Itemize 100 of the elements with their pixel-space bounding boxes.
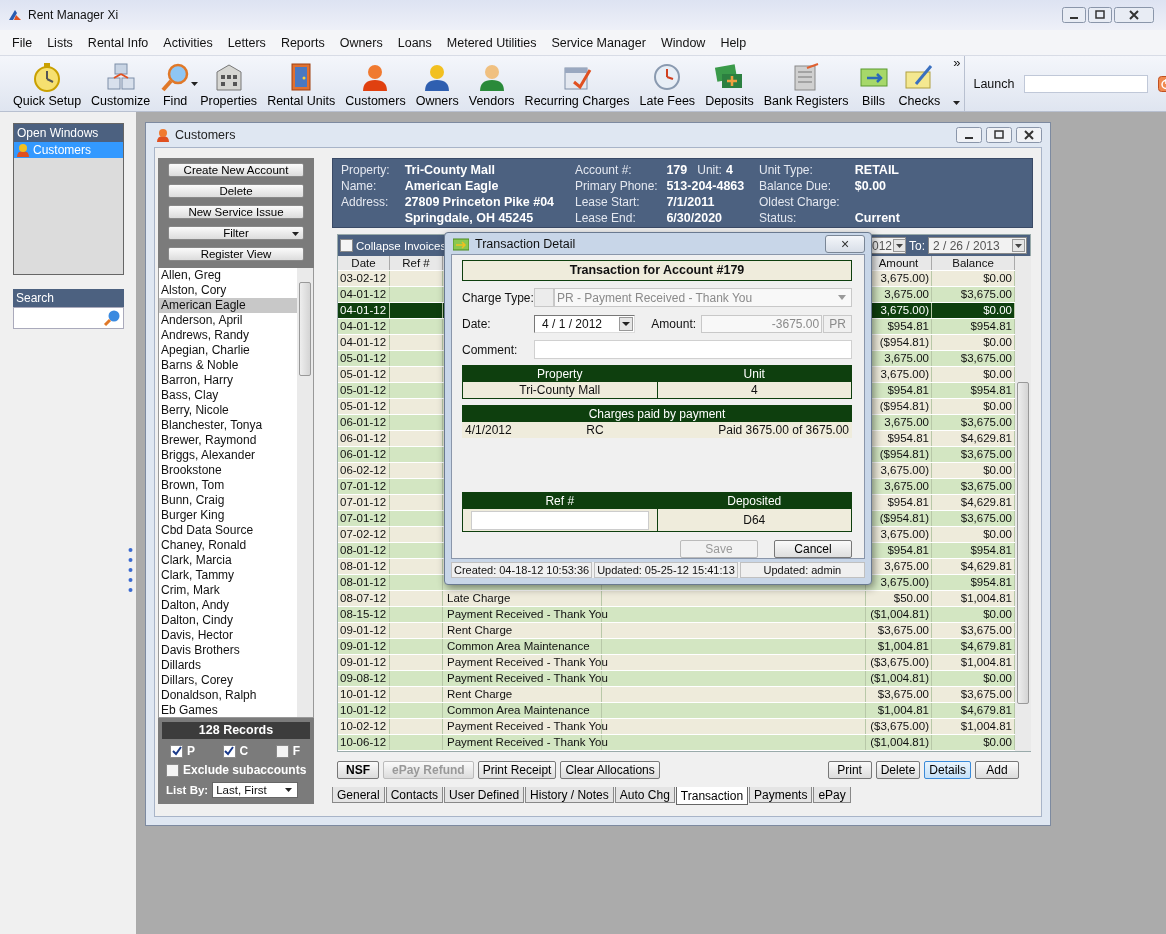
table-cell: ($3,675.00)	[866, 719, 932, 734]
checkbox-label: Exclude subaccounts	[183, 763, 307, 777]
field-label: Account #:	[575, 163, 633, 179]
field-value: 513-204-4863	[666, 179, 745, 193]
field-label: Unit Type:	[759, 163, 814, 179]
table-cell-text: RC	[585, 422, 605, 438]
field-value: American Eagle	[404, 179, 499, 193]
table-cell: Common Area Maintenance	[447, 640, 590, 652]
table-cell: 04-01-12	[338, 319, 390, 334]
table-cell: 10-01-12	[338, 703, 390, 718]
dialog-title: Transaction Detail	[475, 236, 576, 251]
checkbox-label: Collapse Invoices	[356, 239, 447, 252]
status-text: Updated: 05-25-12 15:41:13	[594, 562, 738, 578]
table-cell: Payment Received - Thank You	[447, 656, 608, 668]
status-text: Created: 04-18-12 10:53:36	[451, 562, 593, 578]
table-cell: $3,675.00	[866, 623, 932, 638]
record-count: 128 Records	[162, 722, 310, 739]
table-cell: 05-01-12	[338, 367, 390, 382]
column-header: Ref #	[544, 493, 576, 509]
field-label: Lease Start:	[575, 195, 641, 211]
table-cell-text: Paid 3675.00 of 3675.00	[717, 422, 849, 438]
field-label: Address:	[341, 195, 390, 211]
table-cell: 07-01-12	[338, 511, 390, 526]
table-cell: 08-01-12	[338, 543, 390, 558]
window-title: Rent Manager Xi	[28, 8, 119, 22]
table-cell-text: 4/1/2012	[465, 422, 513, 438]
checkbox-label: F	[292, 744, 300, 758]
status-text: Updated: admin	[739, 562, 865, 578]
field-label: Primary Phone:	[575, 179, 659, 195]
table-cell: Payment Received - Thank You	[447, 720, 608, 732]
table-cell: 09-01-12	[338, 623, 390, 638]
field-label: Date:	[462, 316, 492, 331]
checkbox-label: C	[239, 744, 249, 758]
table-cell: $3,675.00	[866, 687, 932, 702]
field-label: Charge Type:	[462, 290, 534, 305]
table-cell: 10-02-12	[338, 719, 390, 734]
field-label: Comment:	[462, 342, 519, 357]
table-cell: 09-01-12	[338, 655, 390, 670]
table-cell: 4	[656, 382, 851, 398]
table-cell: Common Area Maintenance	[447, 704, 590, 716]
table-cell: ($3,675.00)	[866, 655, 932, 670]
table-cell: 08-07-12	[338, 591, 390, 606]
table-cell: 04-01-12	[338, 335, 390, 350]
table-cell: ($1,004.81)	[866, 671, 932, 686]
table-cell: Payment Received - Thank You	[447, 672, 608, 684]
table-cell: 06-02-12	[338, 463, 390, 478]
field-value: 6/30/2020	[666, 211, 723, 225]
field-label: Lease End:	[575, 211, 637, 227]
table-cell: 08-15-12	[338, 607, 390, 622]
to-label: To:	[909, 238, 925, 253]
dialog-heading: Transaction for Account #179	[462, 260, 852, 281]
table-cell: 05-01-12	[338, 399, 390, 414]
table-cell: $1,004.81	[866, 639, 932, 654]
table-cell: 06-01-12	[338, 447, 390, 462]
list-by-label: List By:	[166, 784, 209, 796]
table-cell: Payment Received - Thank You	[447, 608, 608, 620]
table-cell: 10-06-12	[338, 735, 390, 750]
field-value: 4	[725, 163, 733, 177]
table-cell: 09-08-12	[338, 671, 390, 686]
field-label: Unit:	[697, 163, 722, 177]
field-value: RETAIL	[854, 163, 899, 177]
panel-title: Search	[13, 289, 124, 307]
field-value: 27809 Princeton Pike #04	[404, 195, 555, 209]
table-cell-text: Tri-County Mall	[518, 382, 602, 398]
table-cell: 10-01-12	[338, 687, 390, 702]
column-header: Property	[536, 366, 584, 382]
table-cell: 07-02-12	[338, 527, 390, 542]
table-cell: 04-01-12	[338, 287, 390, 302]
table-cell: $50.00	[866, 591, 932, 606]
table-cell: 08-01-12	[338, 559, 390, 574]
checkbox-label: P	[187, 744, 195, 758]
field-label: Property:	[341, 163, 391, 179]
table-cell: ($1,004.81)	[866, 735, 932, 750]
table-cell: 07-01-12	[338, 479, 390, 494]
table-cell: Late Charge	[447, 592, 511, 604]
table-cell: 06-01-12	[338, 415, 390, 430]
field-value: Tri-County Mall	[404, 163, 495, 177]
field-label: Oldest Charge:	[759, 195, 841, 211]
field-value: Springdale, OH 45245	[404, 211, 534, 225]
field-value: 7/1/2011	[666, 195, 715, 209]
panel-title: Open Windows	[14, 124, 123, 142]
field-value: 179	[666, 163, 688, 177]
table-title: Charges paid by payment	[462, 406, 852, 422]
table-cell: 03-02-12	[338, 271, 390, 286]
table-cell: $1,004.81	[866, 703, 932, 718]
table-cell: 06-01-12	[338, 431, 390, 446]
window-title: Customers	[175, 128, 236, 142]
field-label: Balance Due:	[759, 179, 833, 195]
table-cell: 05-01-12	[338, 383, 390, 398]
table-cell: 07-01-12	[338, 495, 390, 510]
table-cell: Rent Charge	[447, 624, 513, 636]
field-value: Current	[854, 211, 900, 225]
field-value: $0.00	[854, 179, 887, 193]
table-cell: D64	[656, 509, 851, 531]
launch-label: Launch	[973, 76, 1015, 91]
table-cell: 04-01-12	[338, 303, 390, 318]
table-cell: ($1,004.81)	[866, 607, 932, 622]
table-cell: 09-01-12	[338, 639, 390, 654]
field-label: Status:	[759, 211, 798, 227]
table-cell: Payment Received - Thank You	[447, 736, 608, 748]
